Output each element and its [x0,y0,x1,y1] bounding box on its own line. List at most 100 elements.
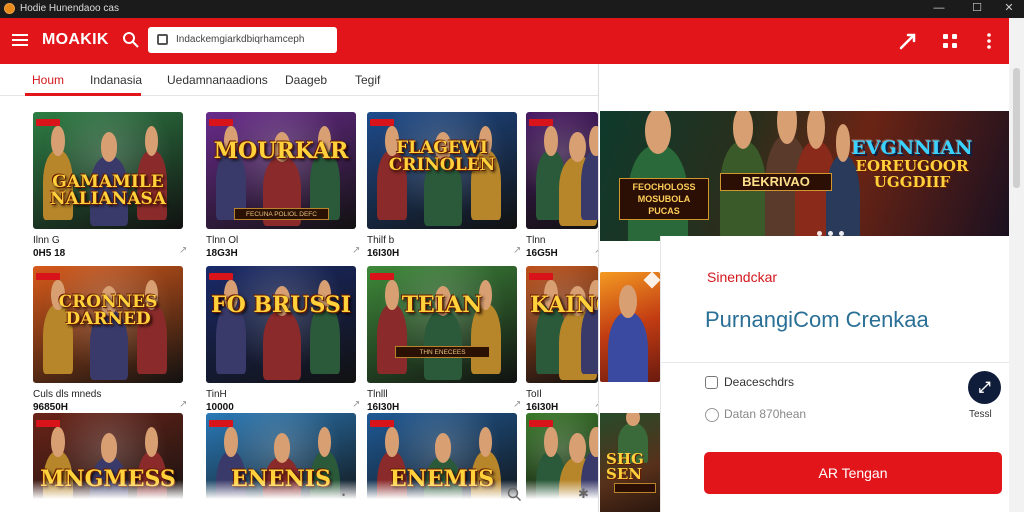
side-thumbnail[interactable]: SHG SEN [600,413,660,512]
thumbnail-badge [529,119,553,126]
thumbnail-badge [209,119,233,126]
thumbnail-badge [529,420,553,427]
brand-logo[interactable]: MOAKIK [42,31,109,49]
sparkle-icon[interactable]: ✱ [578,486,589,502]
thumbnail-badge [370,119,394,126]
game-stat: 16I30H [367,248,400,259]
thumbnail-badge [36,420,60,427]
checkbox-icon[interactable] [705,376,718,389]
menu-icon[interactable] [12,34,28,48]
hero-title-line1: EVGNNIAN [851,137,973,159]
thumb-character [581,126,598,220]
tab-recommendations[interactable]: Uedamnanaadions [167,73,268,87]
hero-badge-left: FEOCHOLOSS MOSUBOLA PUCAS [619,178,709,220]
thumbnail-badge [370,420,394,427]
game-title: Culs dls mneds [33,389,102,400]
divider [661,362,1009,363]
category-tabs: Houm Indanasia Uedamnanaadions Daageb Te… [0,64,598,96]
game-thumbnail[interactable]: CRONNES DARNED [33,266,183,383]
hero-title: EVGNNIAN EOREUGOOR UGGDIIF [837,137,987,191]
thumb-character [608,284,648,382]
hero-banner[interactable]: FEOCHOLOSS MOSUBOLA PUCAS BEKRIVAO EVGNN… [600,111,1009,241]
game-title: Tlnn [526,235,546,246]
thumbnail-title: CRONNES DARNED [58,292,158,330]
dot-icon: • [342,490,346,500]
share-icon[interactable]: ↗ [179,245,187,256]
thumb-character [262,286,301,380]
tab-indonesia[interactable]: Indanasia [90,73,142,87]
radio-icon[interactable] [705,408,719,422]
game-thumbnail[interactable]: GAMAMILE NALIANASA [33,112,183,229]
window-title: Hodie Hunendaoo cas [20,3,119,14]
primary-action-button[interactable]: AR Tengan [704,452,1002,494]
tab-top[interactable]: Tegif [355,73,380,87]
game-thumbnail[interactable]: FO BRUSSI [206,266,356,383]
option-label: Deaceschdrs [724,375,795,389]
thumbnail-banner: FECUNA POLIOL DEFC [234,208,329,220]
game-title: Ilnn G [33,235,60,246]
panel-heading: Sinendckar [707,269,778,285]
app-header: MOAKIK Indackemgiarkdbiqrhamceph [0,18,1009,64]
fab-label: Tessl [969,409,992,420]
thumbnail-title: GAMAMILE NALIANASA [49,172,167,210]
game-stat: 0H5 18 [33,248,66,259]
maximize-button[interactable]: ☐ [960,0,994,18]
floating-action-button[interactable]: ⤢ [968,371,1001,404]
share-icon[interactable]: ↗ [179,399,187,410]
thumbnail-title: KAINOB [530,292,598,318]
scrollbar[interactable] [1009,18,1024,512]
thumbnail-badge [370,273,394,280]
game-grid: GAMAMILE NALIANASA Ilnn G 0H5 18 ↗ MOURKAR FE… [0,96,598,512]
share-icon[interactable]: ↗ [352,245,360,256]
game-thumbnail[interactable]: FLAGEWI CRINOLEN [367,112,517,229]
game-stat: 96850H [33,402,69,413]
thumbnail-badge [209,420,233,427]
panel-title: PurnangiCom Crenkaa [705,307,929,332]
game-thumbnail[interactable]: MOURKAR FECUNA POLIOL DEFC [206,112,356,229]
game-thumbnail[interactable]: TEIAN THN ENECEES [367,266,517,383]
game-thumbnail[interactable]: KAINOB [526,266,598,383]
scrollbar-thumb[interactable] [1013,68,1020,188]
more-icon[interactable] [978,30,1000,52]
share-icon[interactable]: ↗ [513,399,521,410]
thumbnail-badge [209,273,233,280]
game-title: Tlnn Ol [206,235,239,246]
corner-badge-icon [643,272,660,289]
close-button[interactable]: ✕ [992,0,1024,18]
hero-title-line2: EOREUGOOR UGGDIIF [855,156,969,191]
side-thumb-banner [614,483,656,493]
tab-home[interactable]: Houm [32,73,64,87]
side-thumbnail[interactable] [600,272,660,382]
grid-icon[interactable] [939,30,961,52]
thumbnail-badge [36,119,60,126]
thumb-character [423,286,462,380]
side-thumb-text: SHG SEN [606,450,644,483]
tab-games[interactable]: Daageb [285,73,327,87]
game-stat: 10000 [206,402,234,413]
game-stat: 16G5H [526,248,558,259]
thumbnail-title: FLAGEWI CRINOLEN [388,138,496,176]
link-icon: ⤢ [978,379,991,396]
thumbnail-badge [529,273,553,280]
window-titlebar: Hodie Hunendaoo cas — ☐ ✕ [0,0,1024,18]
search-icon[interactable] [122,31,140,49]
hero-character [720,111,766,241]
share-icon[interactable]: ↗ [513,245,521,256]
share-icon[interactable] [897,30,919,52]
minimize-button[interactable]: — [922,0,956,18]
game-stat: 16I30H [526,402,559,413]
thumbnail-title: MOURKAR [213,138,349,164]
option-label: Datan 870hean [724,407,807,421]
page-icon [157,34,168,45]
game-stat: 16I30H [367,402,400,413]
thumbnail-title: FO BRUSSI [210,292,352,318]
url-search-input[interactable]: Indackemgiarkdbiqrhamceph [148,27,337,53]
share-icon[interactable]: ↗ [352,399,360,410]
game-title: Tlnlll [367,389,388,400]
app-logo-icon [4,3,15,14]
thumbnail-banner: THN ENECEES [395,346,490,358]
search-icon[interactable] [507,487,522,502]
thumbnail-title: TEIAN [401,292,483,318]
game-title: ToIl [526,389,542,400]
game-thumbnail[interactable] [526,112,598,229]
